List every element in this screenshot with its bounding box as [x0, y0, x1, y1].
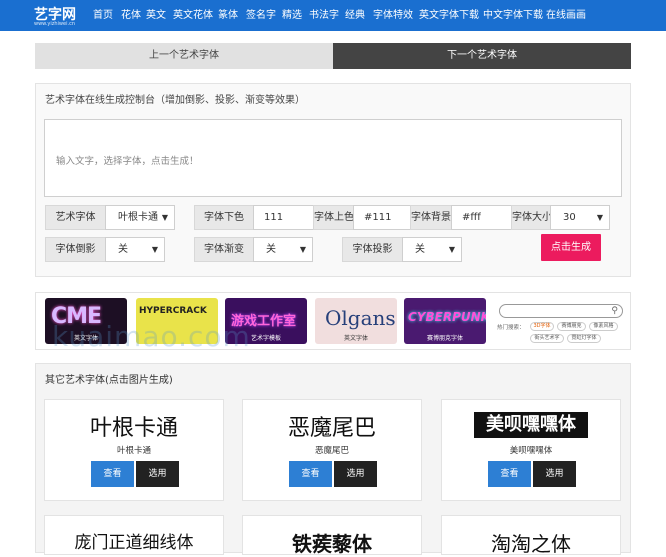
background-label: 字体背景	[410, 205, 452, 230]
prev-font-button[interactable]: 上一个艺术字体	[35, 43, 333, 69]
use-button[interactable]: 选用	[136, 461, 179, 487]
shadow-label: 字体投影	[342, 237, 403, 262]
font-name: 美呗嘿嘿体	[509, 446, 553, 456]
font-sample: 庞门正道细线体	[74, 533, 194, 553]
view-button[interactable]: 查看	[289, 461, 332, 487]
nav-item-classic[interactable]: 经典	[345, 9, 365, 22]
hot-tag[interactable]: 像素风格	[589, 322, 618, 331]
reflection-select[interactable]: 关 ▼	[105, 237, 165, 262]
view-button[interactable]: 查看	[91, 461, 134, 487]
top-color-label: 字体上色	[313, 205, 354, 230]
font-name: 恶魔尾巴	[314, 446, 349, 456]
hot-tag[interactable]: 街头艺术字	[530, 334, 564, 343]
font-card[interactable]: 叶根卡通 叶根卡通 查看 选用	[44, 399, 224, 501]
use-button[interactable]: 选用	[533, 461, 576, 487]
nav-item-huati[interactable]: 花体	[121, 9, 141, 22]
other-fonts-section: 其它艺术字体(点击图片生成) 叶根卡通 叶根卡通 查看 选用 恶魔尾巴 恶魔尾巴…	[35, 363, 631, 556]
top-nav: 艺字网 www.yizhiwei.cn 首页 花体 英文 英文花体 篆体 签名字…	[0, 0, 666, 31]
font-card[interactable]: 恶魔尾巴 恶魔尾巴 查看 选用	[242, 399, 422, 501]
size-select-value: 30	[563, 212, 576, 223]
gradient-select[interactable]: 关 ▼	[253, 237, 313, 262]
thumb-text: CYBERPUNK	[408, 310, 486, 324]
generate-button[interactable]: 点击生成	[541, 234, 601, 261]
reflection-label: 字体倒影	[45, 237, 106, 262]
text-input-placeholder: 输入文字，选择字体，点击生成！	[56, 156, 199, 167]
generator-panel: 艺术字体在线生成控制台（增加倒影、投影、渐变等效果） 输入文字，选择字体，点击生…	[35, 83, 631, 277]
banner-thumb-olgans[interactable]: Olgans 英文字体	[315, 298, 397, 344]
chevron-down-icon: ▼	[596, 213, 603, 222]
font-select[interactable]: 叶根卡通 ▼	[105, 205, 175, 230]
logo-domain: www.yizhiwei.cn	[34, 21, 75, 27]
thumb-text: Olgans	[325, 306, 396, 330]
font-sample: 淘淘之体	[491, 532, 571, 556]
font-select-value: 叶根卡通	[118, 212, 158, 223]
hot-tag[interactable]: 赛博朋克	[557, 322, 586, 331]
nav-item-featured[interactable]: 精选	[282, 9, 302, 22]
font-card[interactable]: 美呗嘿嘿体 美呗嘿嘿体 查看 选用	[441, 399, 621, 501]
nav-item-draw-online[interactable]: 在线画画	[546, 9, 586, 22]
nav-item-english-download[interactable]: 英文字体下载	[419, 9, 479, 22]
size-select[interactable]: 30 ▼	[550, 205, 610, 230]
chevron-down-icon: ▼	[151, 245, 158, 254]
top-color-input[interactable]: #111	[353, 205, 411, 230]
hot-tag[interactable]: 3D字体	[530, 322, 554, 331]
gradient-select-value: 关	[266, 244, 276, 255]
thumb-text: HYPERCRACK	[139, 306, 207, 316]
nav-item-home[interactable]: 首页	[93, 9, 113, 22]
nav-item-effects[interactable]: 字体特效	[373, 9, 413, 22]
background-input[interactable]: #fff	[451, 205, 512, 230]
panel-title: 艺术字体在线生成控制台（增加倒影、投影、渐变等效果）	[45, 95, 305, 106]
font-sample: 铁蒺藜体	[292, 532, 372, 556]
reflection-select-value: 关	[118, 244, 128, 255]
font-name: 叶根卡通	[116, 446, 151, 456]
gradient-label: 字体渐变	[194, 237, 254, 262]
font-card[interactable]: 铁蒺藜体	[242, 515, 422, 556]
nav-item-chinese-download[interactable]: 中文字体下载	[483, 9, 543, 22]
watermark: kuaimao.com	[52, 320, 251, 353]
banner-thumb-cyberpunk[interactable]: CYBERPUNK 赛博朋克字体	[404, 298, 486, 344]
font-sample: 叶根卡通	[89, 416, 178, 441]
other-fonts-title: 其它艺术字体(点击图片生成)	[45, 375, 173, 386]
font-card[interactable]: 庞门正道细线体	[44, 515, 224, 555]
chevron-down-icon: ▼	[448, 245, 455, 254]
thumb-caption: 英文字体	[343, 335, 368, 342]
bottom-color-label: 字体下色	[194, 205, 254, 230]
font-label: 艺术字体	[45, 205, 106, 230]
search-icon: ⚲	[611, 306, 618, 316]
font-card[interactable]: 淘淘之体	[441, 515, 621, 556]
chevron-down-icon: ▼	[161, 213, 168, 222]
nav-item-calligraphy[interactable]: 书法字	[309, 9, 339, 22]
font-sample: 美呗嘿嘿体	[474, 412, 588, 438]
hot-search-label: 热门搜索：	[497, 325, 525, 331]
nav-item-english-huati[interactable]: 英文花体	[173, 9, 213, 22]
view-button[interactable]: 查看	[488, 461, 531, 487]
font-sample: 恶魔尾巴	[287, 416, 376, 441]
hot-tag[interactable]: 霓虹灯字体	[567, 334, 601, 343]
nav-item-zhuanti[interactable]: 篆体	[218, 9, 238, 22]
bottom-color-input[interactable]: 111	[253, 205, 314, 230]
shadow-select-value: 关	[415, 244, 425, 255]
nav-item-english[interactable]: 英文	[146, 9, 166, 22]
next-font-button[interactable]: 下一个艺术字体	[333, 43, 631, 69]
nav-item-signature[interactable]: 签名字	[246, 9, 276, 22]
chevron-down-icon: ▼	[299, 245, 306, 254]
size-label: 字体大小	[511, 205, 552, 230]
banner-search-input[interactable]: ⚲	[499, 304, 623, 318]
site-logo[interactable]: 艺字网 www.yizhiwei.cn	[34, 3, 82, 29]
shadow-select[interactable]: 关 ▼	[402, 237, 462, 262]
thumb-caption: 赛博朋克字体	[426, 335, 463, 342]
use-button[interactable]: 选用	[334, 461, 377, 487]
text-input[interactable]: 输入文字，选择字体，点击生成！	[44, 119, 622, 197]
